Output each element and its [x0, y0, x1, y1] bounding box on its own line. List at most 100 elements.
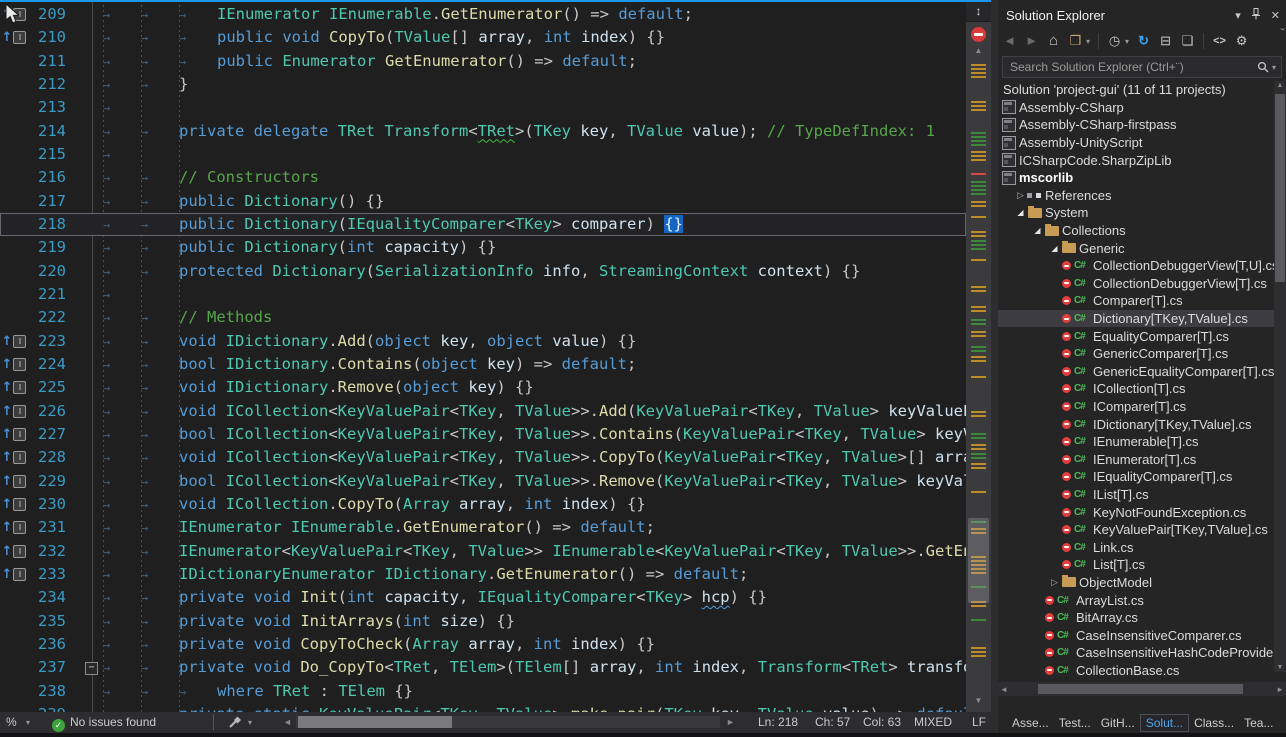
- window-position-icon[interactable]: ▾: [1235, 9, 1241, 22]
- line-number[interactable]: 219: [28, 236, 72, 259]
- implements-override-glyph-icon[interactable]: ↑I: [0, 540, 28, 563]
- scrollbar-thumb[interactable]: [1038, 684, 1243, 694]
- show-all-files-icon[interactable]: ❏: [1180, 33, 1195, 49]
- expander-closed-icon[interactable]: ▷: [1048, 577, 1061, 588]
- line-number[interactable]: 221: [28, 283, 72, 306]
- code-text[interactable]: →→private delegate TRet Transform<TRet>(…: [103, 120, 966, 143]
- code-line[interactable]: ↑I228→→void ICollection<KeyValuePair<TKe…: [0, 446, 966, 469]
- code-line[interactable]: 212→→}: [0, 73, 966, 96]
- code-line[interactable]: 217 →→public Dictionary() {}: [0, 190, 966, 213]
- line-number[interactable]: 223: [28, 330, 72, 353]
- tree-item[interactable]: ◢Collections: [998, 222, 1286, 240]
- fold-collapse-box[interactable]: −: [72, 656, 103, 679]
- tree-horizontal-scrollbar[interactable]: ◄ ►: [998, 682, 1286, 696]
- code-text[interactable]: →: [103, 143, 966, 166]
- code-text[interactable]: →→IDictionaryEnumerator IDictionary.GetE…: [103, 563, 966, 586]
- code-text[interactable]: →→private void CopyToCheck(Array array, …: [103, 633, 966, 656]
- code-line[interactable]: ↑I225→→void IDictionary.Remove(object ke…: [0, 376, 966, 399]
- scroll-left-arrow[interactable]: ◄: [283, 717, 292, 727]
- code-line[interactable]: 221 →: [0, 283, 966, 306]
- code-text[interactable]: →→public Dictionary() {}: [103, 190, 966, 213]
- line-number[interactable]: 213: [28, 96, 72, 119]
- tree-item[interactable]: C#BitArray.cs: [998, 609, 1286, 627]
- code-line[interactable]: 234→→private void Init(int capacity, IEq…: [0, 586, 966, 609]
- implements-override-glyph-icon[interactable]: ↑I: [0, 26, 28, 49]
- tree-item[interactable]: C#IDictionary[TKey,TValue].cs: [998, 415, 1286, 433]
- indent-mode-status[interactable]: MIXED: [914, 715, 952, 729]
- code-line[interactable]: 211→→→public Enumerator GetEnumerator() …: [0, 50, 966, 73]
- line-number[interactable]: 218: [28, 213, 72, 236]
- line-number[interactable]: 222: [28, 306, 72, 329]
- line-number[interactable]: 235: [28, 610, 72, 633]
- code-line[interactable]: 219→→public Dictionary(int capacity) {}: [0, 236, 966, 259]
- zoom-level-control[interactable]: %: [6, 715, 17, 729]
- tree-item[interactable]: C#Link.cs: [998, 538, 1286, 556]
- code-line[interactable]: 218→→public Dictionary(IEqualityComparer…: [0, 213, 966, 236]
- scroll-right-arrow[interactable]: ►: [726, 717, 735, 727]
- tree-item[interactable]: ◢System: [998, 204, 1286, 222]
- scroll-up-arrow[interactable]: ▲: [966, 46, 991, 55]
- line-number[interactable]: 229: [28, 470, 72, 493]
- code-line[interactable]: 213 →: [0, 96, 966, 119]
- panel-tab[interactable]: Class...: [1189, 715, 1239, 731]
- filter-caret-icon[interactable]: ▾: [1125, 37, 1129, 46]
- column-position-status[interactable]: Col: 63: [863, 715, 901, 729]
- tree-item[interactable]: C#KeyValuePair[TKey,TValue].cs: [998, 521, 1286, 539]
- tree-item[interactable]: C#CollectionDebuggerView[T].cs: [998, 275, 1286, 293]
- tree-item[interactable]: C#CaseInsensitiveComparer.cs: [998, 626, 1286, 644]
- tree-item[interactable]: C#GenericComparer[T].cs: [998, 345, 1286, 363]
- brush-caret-icon[interactable]: ▾: [248, 718, 252, 727]
- tree-item[interactable]: C#EqualityComparer[T].cs: [998, 327, 1286, 345]
- code-text[interactable]: →: [103, 96, 966, 119]
- code-text[interactable]: →→// Methods: [103, 306, 966, 329]
- pin-icon[interactable]: [1251, 8, 1261, 23]
- line-number[interactable]: 217: [28, 190, 72, 213]
- close-icon[interactable]: ✕: [1271, 9, 1280, 22]
- code-line[interactable]: ↑I229→→bool ICollection<KeyValuePair<TKe…: [0, 470, 966, 493]
- tree-item[interactable]: mscorlib: [998, 169, 1286, 187]
- code-text[interactable]: →: [103, 283, 966, 306]
- scroll-down-arrow[interactable]: ▼: [1274, 664, 1286, 671]
- tree-item[interactable]: C#ArrayList.cs: [998, 591, 1286, 609]
- switch-views-icon[interactable]: ❐: [1068, 33, 1083, 49]
- line-number[interactable]: 237: [28, 656, 72, 679]
- code-line[interactable]: 222 →→// Methods: [0, 306, 966, 329]
- implements-override-glyph-icon[interactable]: ↑I: [0, 423, 28, 446]
- clean-brush-icon[interactable]: [228, 716, 241, 729]
- scrollbar-thumb[interactable]: [968, 518, 989, 603]
- line-number[interactable]: 238: [28, 680, 72, 703]
- zoom-caret-icon[interactable]: ▾: [26, 718, 30, 727]
- editor-vertical-scrollbar[interactable]: ↕ ▲ ▼: [966, 2, 991, 712]
- expander-open-icon[interactable]: ◢: [1014, 208, 1027, 217]
- code-text[interactable]: →→bool ICollection<KeyValuePair<TKey, TV…: [103, 470, 966, 493]
- tree-item[interactable]: ◢Generic: [998, 239, 1286, 257]
- scrollbar-thumb[interactable]: [298, 716, 452, 728]
- expander-open-icon[interactable]: ◢: [1031, 226, 1044, 235]
- expander-open-icon[interactable]: ◢: [1048, 244, 1061, 253]
- line-number[interactable]: 210: [28, 26, 72, 49]
- code-line[interactable]: ↑I226→→void ICollection<KeyValuePair<TKe…: [0, 400, 966, 423]
- code-text[interactable]: →→→public Enumerator GetEnumerator() => …: [103, 50, 966, 73]
- implements-override-glyph-icon[interactable]: ↑I: [0, 516, 28, 539]
- line-number[interactable]: 216: [28, 166, 72, 189]
- pending-changes-filter-icon[interactable]: ◷: [1107, 33, 1122, 49]
- split-editor-handle[interactable]: ↕: [966, 2, 991, 22]
- code-text[interactable]: →→→public void CopyTo(TValue[] array, in…: [103, 26, 966, 49]
- view-code-icon[interactable]: <>: [1212, 33, 1227, 49]
- code-line[interactable]: ↑I210 →→→public void CopyTo(TValue[] arra…: [0, 26, 966, 49]
- line-number[interactable]: 234: [28, 586, 72, 609]
- code-line[interactable]: 214→→private delegate TRet Transform<TRe…: [0, 120, 966, 143]
- search-options-caret-icon[interactable]: ▾: [1272, 63, 1276, 72]
- line-number[interactable]: 225: [28, 376, 72, 399]
- line-position-status[interactable]: Ln: 218: [758, 715, 798, 729]
- search-icon[interactable]: [1257, 61, 1269, 73]
- line-number[interactable]: 227: [28, 423, 72, 446]
- tree-item[interactable]: C#IList[T].cs: [998, 486, 1286, 504]
- tree-item[interactable]: Solution 'project-gui' (11 of 11 project…: [998, 81, 1286, 99]
- properties-wrench-icon[interactable]: ⚙: [1234, 33, 1249, 49]
- line-ending-status[interactable]: LF: [972, 715, 986, 729]
- scroll-left-arrow[interactable]: ◄: [1000, 685, 1008, 694]
- code-text[interactable]: →→void ICollection<KeyValuePair<TKey, TV…: [103, 400, 966, 423]
- line-number[interactable]: 215: [28, 143, 72, 166]
- tree-item[interactable]: ▷References: [998, 187, 1286, 205]
